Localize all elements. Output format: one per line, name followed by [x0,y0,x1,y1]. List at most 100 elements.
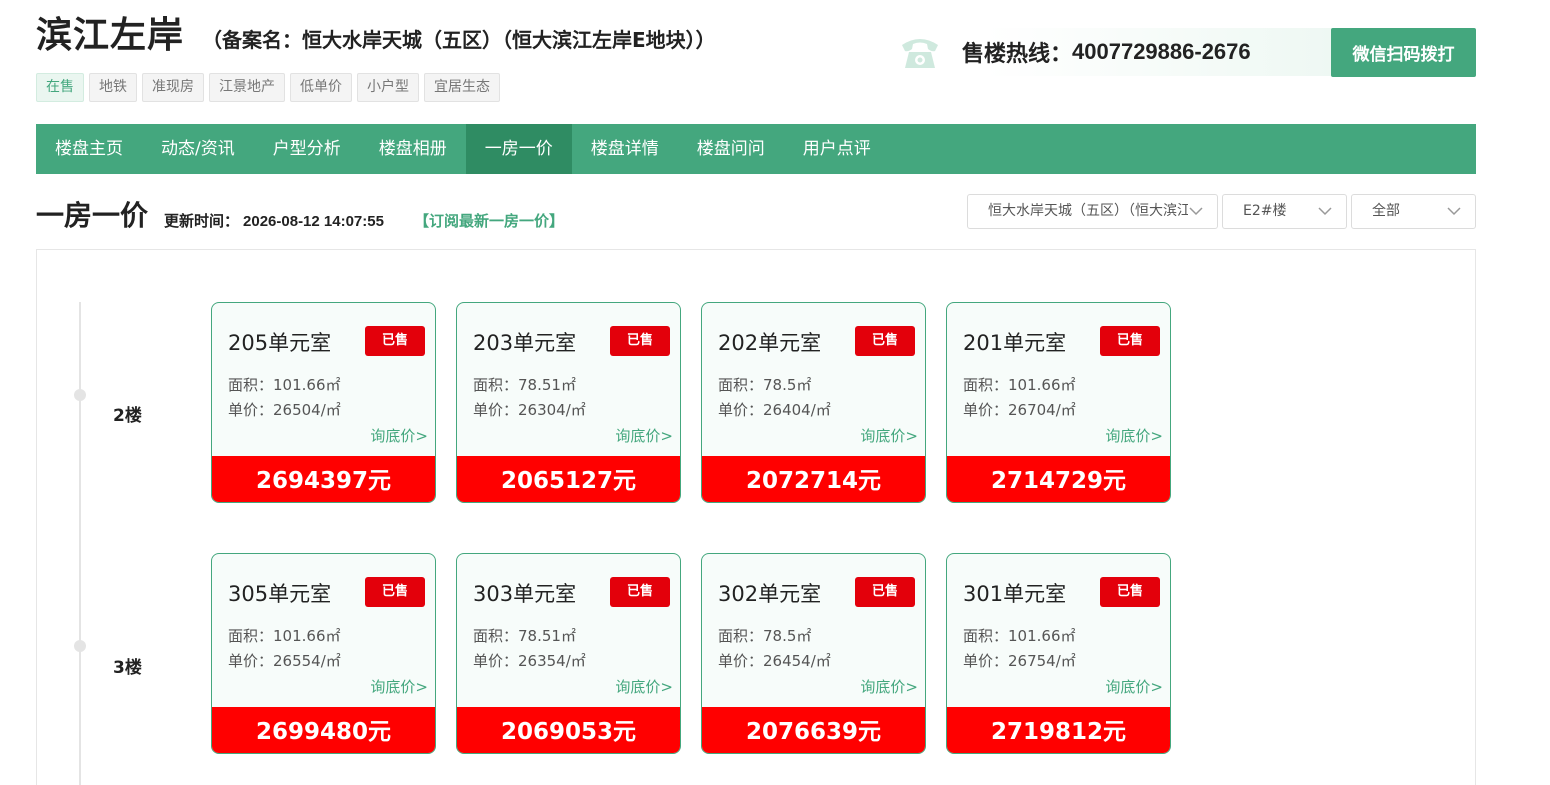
ask-base-price-link[interactable]: 询底价> [1105,676,1163,697]
unit-price: 单价：26454/㎡ [718,652,831,670]
sold-badge: 已售 [610,326,670,356]
main-nav: 楼盘主页 动态/资讯 户型分析 楼盘相册 一房一价 楼盘详情 楼盘问问 用户点评 [36,124,1476,174]
unit-price: 单价：26404/㎡ [718,401,831,419]
unit-area: 面积：78.5㎡ [718,627,812,645]
unit-room: 303单元室 [473,582,577,606]
nav-album[interactable]: 楼盘相册 [360,124,466,174]
tag-near-ready: 准现房 [142,73,204,102]
record-name: （备案名：恒大水岸天城（五区）（恒大滨江左岸E地块）） [202,28,716,52]
project-select-value: 恒大水岸天城（五区）（恒大滨江左岸E地块） [988,203,1188,219]
telephone-icon [902,39,938,68]
ask-base-price-link[interactable]: 询底价> [615,425,673,446]
update-info: 更新时间： 2026-08-12 14:07:55 [164,210,384,231]
unit-card[interactable]: 303单元室 已售 面积：78.51㎡ 单价：26354/㎡ 询底价> 2069… [456,553,681,754]
unit-room: 302单元室 [718,582,822,606]
unit-card[interactable]: 202单元室 已售 面积：78.5㎡ 单价：26404/㎡ 询底价> 20727… [701,302,926,503]
unit-room: 202单元室 [718,331,822,355]
price-list-panel: 2楼 205单元室 已售 面积：101.66㎡ 单价：26504/㎡ 询底价> … [36,249,1476,785]
total-price: 2719812元 [947,707,1170,753]
unit-room: 301单元室 [963,582,1067,606]
ask-base-price-link[interactable]: 询底价> [370,425,428,446]
unit-room: 205单元室 [228,331,332,355]
sold-badge: 已售 [855,326,915,356]
nav-qa[interactable]: 楼盘问问 [678,124,784,174]
tag-small-unit: 小户型 [357,73,419,102]
unit-card[interactable]: 305单元室 已售 面积：101.66㎡ 单价：26554/㎡ 询底价> 269… [211,553,436,754]
title-row: 滨江左岸 （备案名：恒大水岸天城（五区）（恒大滨江左岸E地块）） [36,6,716,58]
total-price: 2065127元 [457,456,680,502]
total-price: 2694397元 [212,456,435,502]
chevron-down-icon [1318,207,1332,216]
unit-price: 单价：26754/㎡ [963,652,1076,670]
sold-badge: 已售 [855,577,915,607]
unit-card[interactable]: 203单元室 已售 面积：78.51㎡ 单价：26304/㎡ 询底价> 2065… [456,302,681,503]
nav-home[interactable]: 楼盘主页 [36,124,142,174]
unit-price: 单价：26504/㎡ [228,401,341,419]
unit-card[interactable]: 201单元室 已售 面积：101.66㎡ 单价：26704/㎡ 询底价> 271… [946,302,1171,503]
nav-details[interactable]: 楼盘详情 [572,124,678,174]
unit-price: 单价：26354/㎡ [473,652,586,670]
unit-area: 面积：101.66㎡ [228,627,341,645]
sold-badge: 已售 [1100,577,1160,607]
ask-base-price-link[interactable]: 询底价> [1105,425,1163,446]
unit-area: 面积：101.66㎡ [963,627,1076,645]
unit-card[interactable]: 302单元室 已售 面积：78.5㎡ 单价：26454/㎡ 询底价> 20766… [701,553,926,754]
sold-badge: 已售 [610,577,670,607]
unit-room: 203单元室 [473,331,577,355]
wechat-scan-call-button[interactable]: 微信扫码拨打 [1331,28,1476,77]
floor-dot [74,389,86,401]
unit-price: 单价：26554/㎡ [228,652,341,670]
nav-news[interactable]: 动态/资讯 [142,124,254,174]
unit-room: 201单元室 [963,331,1067,355]
ask-base-price-link[interactable]: 询底价> [860,425,918,446]
hotline-label: 售楼热线： [962,42,1073,67]
status-select[interactable]: 全部 [1351,194,1476,229]
section-header: 一房一价 更新时间： 2026-08-12 14:07:55 【订阅最新一房一价】… [36,192,1476,236]
floor-label: 3楼 [113,658,142,678]
total-price: 2076639元 [702,707,925,753]
chevron-down-icon [1447,207,1461,216]
unit-area: 面积：78.5㎡ [718,376,812,394]
unit-area: 面积：78.51㎡ [473,376,576,394]
ask-base-price-link[interactable]: 询底价> [860,676,918,697]
unit-price: 单价：26704/㎡ [963,401,1076,419]
project-header: 滨江左岸 （备案名：恒大水岸天城（五区）（恒大滨江左岸E地块）） 在售 地铁 准… [36,0,1476,124]
chevron-down-icon [1189,207,1203,216]
sold-badge: 已售 [365,577,425,607]
sales-hotline: 售楼热线： 4007729886-2676 [898,28,1336,76]
nav-floorplans[interactable]: 户型分析 [254,124,360,174]
building-select[interactable]: E2#楼 [1222,194,1347,229]
floor-dot [74,640,86,652]
hotline-number: 4007729886-2676 [1072,39,1251,64]
floor-timeline [79,302,81,785]
total-price: 2714729元 [947,456,1170,502]
nav-reviews[interactable]: 用户点评 [784,124,890,174]
project-select[interactable]: 恒大水岸天城（五区）（恒大滨江左岸E地块） [967,194,1218,229]
unit-area: 面积：101.66㎡ [228,376,341,394]
ask-base-price-link[interactable]: 询底价> [615,676,673,697]
unit-card[interactable]: 205单元室 已售 面积：101.66㎡ 单价：26504/㎡ 询底价> 269… [211,302,436,503]
ask-base-price-link[interactable]: 询底价> [370,676,428,697]
tag-eco-living: 宜居生态 [424,73,500,102]
total-price: 2699480元 [212,707,435,753]
update-label: 更新时间： [164,212,240,230]
tag-river-view: 江景地产 [209,73,285,102]
tag-list: 在售 地铁 准现房 江景地产 低单价 小户型 宜居生态 [36,73,500,102]
unit-area: 面积：78.51㎡ [473,627,576,645]
total-price: 2072714元 [702,456,925,502]
unit-area: 面积：101.66㎡ [963,376,1076,394]
sold-badge: 已售 [365,326,425,356]
tag-low-price: 低单价 [290,73,352,102]
section-title: 一房一价 [36,199,149,232]
tag-metro: 地铁 [89,73,137,102]
floor-label: 2楼 [113,406,142,426]
sold-badge: 已售 [1100,326,1160,356]
update-time: 2026-08-12 14:07:55 [243,213,384,230]
nav-price-list[interactable]: 一房一价 [465,124,572,174]
subscribe-link[interactable]: 【订阅最新一房一价】 [414,210,564,231]
unit-price: 单价：26304/㎡ [473,401,586,419]
project-name: 滨江左岸 [36,15,185,56]
total-price: 2069053元 [457,707,680,753]
unit-card[interactable]: 301单元室 已售 面积：101.66㎡ 单价：26754/㎡ 询底价> 271… [946,553,1171,754]
tag-on-sale: 在售 [36,73,84,102]
